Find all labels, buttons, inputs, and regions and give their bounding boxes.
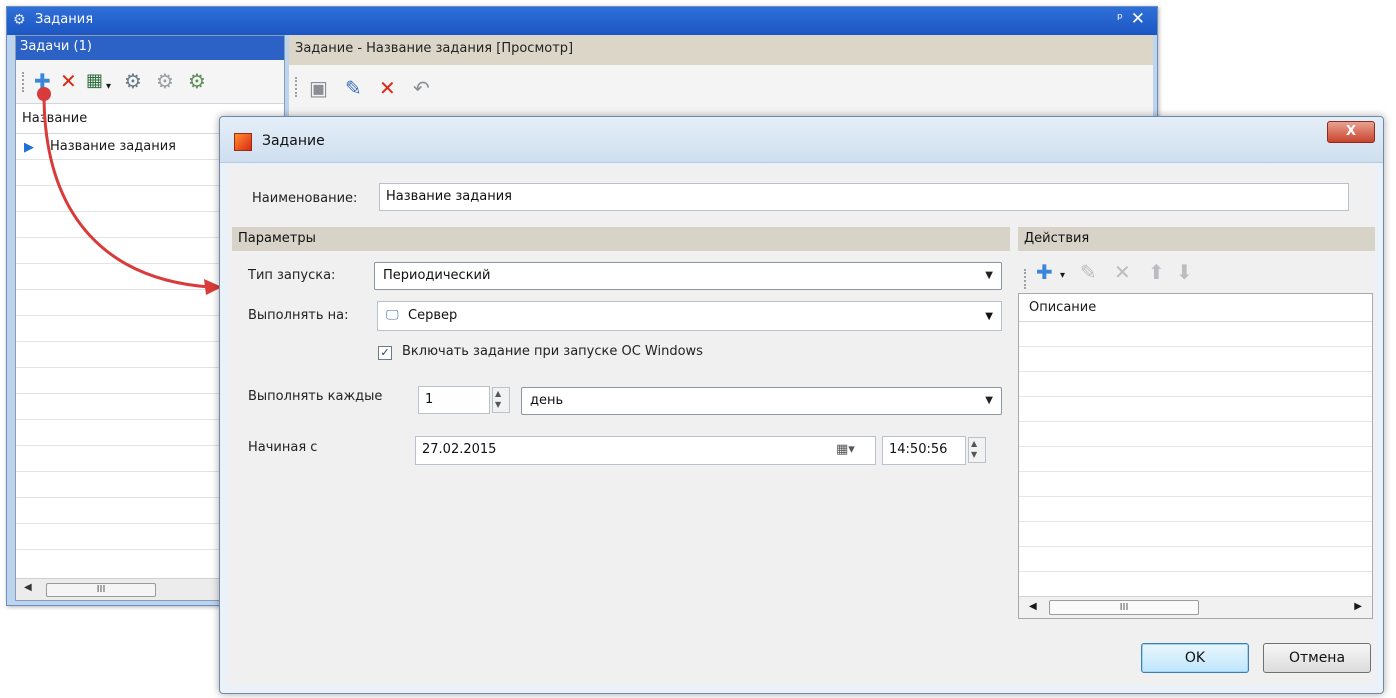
calendar-icon[interactable]: ▦▾ (836, 442, 855, 457)
run-on-value: Сервер (408, 308, 458, 323)
delete-action-icon[interactable]: ✕ (1114, 261, 1131, 283)
chevron-down-icon: ▼ (985, 395, 993, 406)
chevron-down-icon[interactable]: ▾ (106, 76, 111, 98)
empty-row (1019, 397, 1372, 422)
toolbar-grip (22, 72, 25, 92)
scroll-left-icon[interactable]: ◀ (24, 582, 32, 593)
play-icon: ▶ (24, 140, 34, 155)
run-on-label: Выполнять на: (248, 308, 349, 323)
tasks-window-titlebar: ⚙ Задания ᵖ ✕ (7, 7, 1157, 35)
dialog-titlebar: Задание X (220, 117, 1383, 163)
dialog-title: Задание (262, 133, 325, 149)
time-spinner[interactable]: ▲ ▼ (968, 437, 986, 463)
close-icon[interactable]: ✕ (1131, 9, 1145, 29)
scroll-right-icon[interactable]: ▶ (1354, 601, 1362, 612)
task-row-label: Название задания (50, 139, 176, 154)
gear-stop-icon[interactable]: ⚙ (156, 70, 174, 92)
run-on-select[interactable]: 🖵 Сервер ▼ (377, 301, 1002, 331)
grid-view-icon[interactable]: ▦ (86, 70, 103, 92)
scrollbar-thumb[interactable]: III (1049, 600, 1199, 615)
empty-row (1019, 522, 1372, 547)
save-icon[interactable]: ▣ (309, 77, 328, 99)
cancel-button[interactable]: Отмена (1263, 643, 1371, 673)
name-label: Наименование: (252, 191, 358, 206)
gear-run-icon[interactable]: ⚙ (124, 70, 142, 92)
monitor-icon: 🖵 (386, 308, 399, 323)
every-input[interactable]: 1 (418, 386, 490, 414)
every-label: Выполнять каждые (248, 389, 383, 404)
launch-type-label: Тип запуска: (248, 268, 336, 283)
task-detail-header: Задание - Название задания [Просмотр] (289, 35, 1153, 65)
empty-row (1019, 422, 1372, 447)
task-icon (234, 133, 252, 151)
task-detail-panel: Задание - Название задания [Просмотр] ▣ … (289, 35, 1153, 125)
tasks-toolbar: ✚ ✕ ▦ ▾ ⚙ ⚙ ⚙ (16, 60, 284, 104)
add-action-icon[interactable]: ✚ (1036, 261, 1053, 283)
actions-section-header: Действия (1018, 227, 1375, 251)
enable-on-start-checkbox[interactable]: ✓ (378, 346, 392, 360)
params-section-header: Параметры (232, 227, 1010, 251)
start-date-input[interactable]: 27.02.2015 (415, 436, 876, 465)
toolbar-grip (295, 77, 298, 97)
spin-up-icon[interactable]: ▲ (971, 439, 977, 448)
move-up-icon[interactable]: ⬆ (1148, 261, 1165, 283)
period-value: день (530, 393, 564, 408)
chevron-down-icon[interactable]: ▾ (1060, 265, 1065, 287)
name-input[interactable]: Название задания (379, 183, 1349, 211)
task-detail-toolbar: ▣ ✎ ✕ ↶ (289, 65, 1153, 115)
every-spinner[interactable]: ▲ ▼ (492, 387, 510, 413)
tasks-list-header: Задачи (1) (16, 36, 284, 60)
scrollbar-thumb[interactable]: III (46, 583, 156, 597)
move-down-icon[interactable]: ⬇ (1176, 261, 1193, 283)
empty-row (1019, 447, 1372, 472)
start-label: Начиная с (248, 440, 318, 455)
empty-row (1019, 472, 1372, 497)
chevron-down-icon: ▼ (985, 270, 993, 281)
start-time-input[interactable]: 14:50:56 (882, 436, 966, 465)
ok-button[interactable]: OK (1141, 643, 1249, 673)
spin-down-icon[interactable]: ▼ (495, 400, 501, 409)
launch-type-value: Периодический (383, 268, 491, 283)
chevron-down-icon: ▼ (985, 311, 993, 322)
actions-toolbar: ✚ ▾ ✎ ✕ ⬆ ⬇ (1018, 257, 1375, 293)
dialog-close-button[interactable]: X (1327, 121, 1375, 143)
empty-row (1019, 322, 1372, 347)
scroll-left-icon[interactable]: ◀ (1029, 601, 1037, 612)
dialog-body: Наименование: Название задания Параметры… (228, 165, 1375, 685)
spin-down-icon[interactable]: ▼ (971, 450, 977, 459)
edit-action-icon[interactable]: ✎ (1080, 261, 1097, 283)
actions-horizontal-scrollbar[interactable]: ◀ III ▶ (1019, 596, 1372, 618)
delete-task-icon[interactable]: ✕ (60, 70, 77, 92)
edit-icon[interactable]: ✎ (345, 77, 362, 99)
empty-row (1019, 347, 1372, 372)
pin-icon[interactable]: ᵖ (1117, 11, 1123, 27)
spin-up-icon[interactable]: ▲ (495, 389, 501, 398)
gears-icon: ⚙ (13, 12, 26, 28)
launch-type-select[interactable]: Периодический ▼ (374, 262, 1002, 290)
period-select[interactable]: день ▼ (521, 387, 1002, 415)
delete-icon[interactable]: ✕ (379, 77, 396, 99)
empty-row (1019, 547, 1372, 572)
add-task-icon[interactable]: ✚ (34, 70, 51, 92)
tasks-window-title: Задания (35, 12, 94, 27)
toolbar-grip (1024, 269, 1027, 289)
task-dialog: Задание X Наименование: Название задания… (219, 116, 1384, 694)
enable-on-start-label: Включать задание при запуске ОС Windows (402, 344, 703, 359)
gear-settings-icon[interactable]: ⚙ (188, 70, 206, 92)
undo-icon[interactable]: ↶ (413, 77, 430, 99)
column-header-description[interactable]: Описание (1019, 294, 1372, 322)
actions-list: Описание ◀ III ▶ (1018, 293, 1373, 619)
empty-row (1019, 372, 1372, 397)
empty-row (1019, 497, 1372, 522)
